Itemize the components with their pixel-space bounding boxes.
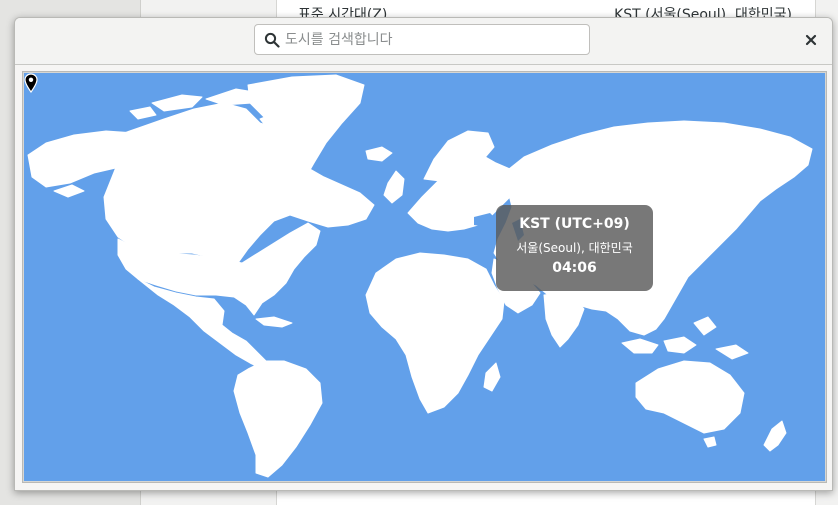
location-pin-icon[interactable] bbox=[24, 73, 38, 93]
timezone-time: 04:06 bbox=[552, 260, 597, 276]
timezone-abbrev: KST (UTC+09) bbox=[519, 216, 630, 232]
timezone-row-label: 표준 시간대(Z) bbox=[298, 7, 388, 18]
timezone-dialog: KST (UTC+09) 서울(Seoul), 대한민국 04:06 bbox=[14, 17, 833, 491]
timezone-map-frame: KST (UTC+09) 서울(Seoul), 대한민국 04:06 bbox=[22, 71, 827, 483]
timezone-city: 서울(Seoul), 대한민국 bbox=[516, 241, 633, 255]
timezone-tooltip: KST (UTC+09) 서울(Seoul), 대한민국 04:06 bbox=[496, 205, 653, 291]
timezone-row-value: KST (서울(Seoul), 대한민국) bbox=[614, 7, 792, 18]
timezone-map[interactable]: KST (UTC+09) 서울(Seoul), 대한민국 04:06 bbox=[24, 73, 825, 481]
world-map-land bbox=[27, 74, 813, 478]
close-button[interactable] bbox=[798, 27, 824, 53]
close-icon bbox=[805, 34, 817, 46]
search-icon bbox=[264, 32, 280, 48]
city-search-input[interactable] bbox=[285, 28, 581, 51]
dialog-headerbar bbox=[15, 18, 832, 65]
city-search-box[interactable] bbox=[254, 24, 590, 55]
timezone-row[interactable]: 표준 시간대(Z) KST (서울(Seoul), 대한민국) bbox=[298, 0, 792, 18]
